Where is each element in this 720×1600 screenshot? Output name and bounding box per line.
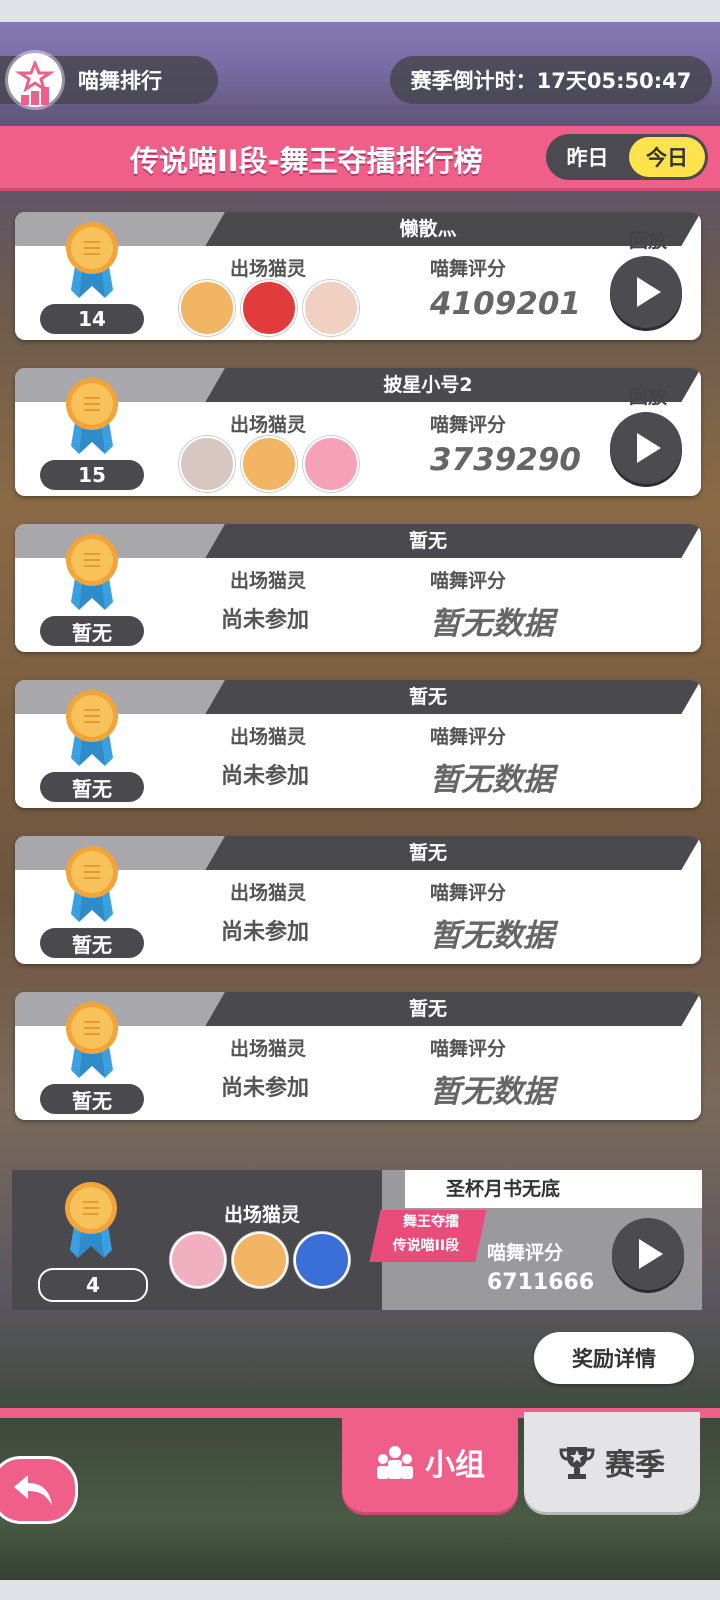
no-data-text: 暂无数据: [430, 762, 554, 798]
rank-badge: 暂无: [40, 616, 144, 646]
my-division-tag: 舞王夺擂 传说喵II段: [369, 1210, 487, 1262]
rank-badge: 暂无: [40, 1084, 144, 1114]
leaderboard-card: 暂无 暂无 出场猫灵 喵舞评分 尚未参加 暂无数据: [15, 524, 701, 652]
replay-label: 回放: [628, 386, 667, 408]
toggle-yesterday[interactable]: 昨日: [546, 142, 629, 172]
replay-button[interactable]: [610, 256, 682, 328]
status-bar: [0, 0, 720, 22]
replay-button[interactable]: [612, 1218, 684, 1290]
leaderboard-card: 暂无 暂无 出场猫灵 喵舞评分 尚未参加 暂无数据: [15, 992, 701, 1120]
tab-season[interactable]: 赛季: [524, 1412, 700, 1512]
cat-avatar: [232, 1232, 288, 1288]
tab-season-label: 赛季: [605, 1448, 665, 1483]
play-icon: [639, 1239, 663, 1269]
cat-avatars: [179, 280, 359, 336]
score-label: 喵舞评分: [430, 414, 507, 436]
medal-icon: [65, 845, 119, 923]
rank-badge: 暂无: [40, 928, 144, 958]
back-button[interactable]: [0, 1456, 78, 1524]
season-countdown: 赛季倒计时：17天05:50:47: [390, 56, 712, 104]
cat-avatar: [170, 1232, 226, 1288]
cat-avatar: [303, 436, 359, 492]
play-icon: [637, 433, 661, 463]
cat-avatar: [241, 280, 297, 336]
medal-icon: [65, 689, 119, 767]
medal-icon: [65, 221, 119, 299]
tab-group-label: 小组: [425, 1448, 485, 1483]
cats-label: 出场猫灵: [230, 570, 307, 592]
rank-badge: 15: [40, 460, 144, 490]
cat-avatars: [179, 436, 359, 492]
player-name: 暂无: [408, 998, 447, 1020]
division-tag-line2: 传说喵II段: [392, 1238, 460, 1254]
not-joined-text: 尚未参加: [221, 1076, 310, 1101]
rank-badge: 暂无: [40, 772, 144, 802]
player-name: 暂无: [408, 686, 447, 708]
ranking-star-icon: [8, 53, 62, 107]
cats-label: 出场猫灵: [230, 414, 307, 436]
group-icon: [377, 1446, 413, 1479]
division-tag-line1: 舞王夺擂: [402, 1214, 459, 1230]
no-data-text: 暂无数据: [430, 1074, 554, 1110]
medal-icon: [65, 533, 119, 611]
medal-icon: [65, 377, 119, 455]
day-toggle[interactable]: 昨日 今日: [546, 134, 708, 180]
my-ranking-bar: 圣杯月书无底 舞王夺擂 传说喵II段 4 出场猫灵 喵舞评分 6711666 回…: [12, 1170, 702, 1310]
cat-avatar: [179, 280, 235, 336]
replay-label: 回放: [628, 230, 667, 252]
my-rank-badge: 4: [38, 1268, 148, 1302]
cat-avatar: [241, 436, 297, 492]
back-arrow-icon: [14, 1475, 52, 1505]
not-joined-text: 尚未参加: [221, 920, 310, 945]
ranking-header-pill: 喵舞排行: [0, 53, 218, 107]
score-label: 喵舞评分: [430, 1038, 507, 1060]
cats-label: 出场猫灵: [230, 882, 307, 904]
leaderboard-title-bar: 传说喵II段-舞王夺擂排行榜 昨日 今日: [0, 126, 720, 191]
replay-button[interactable]: [610, 412, 682, 484]
score-label: 喵舞评分: [430, 726, 507, 748]
cat-avatar: [179, 436, 235, 492]
score-label: 喵舞评分: [487, 1242, 564, 1264]
cats-label: 出场猫灵: [224, 1204, 301, 1226]
system-nav-bar: [0, 1580, 720, 1600]
cat-avatar: [294, 1232, 350, 1288]
cat-avatars: [170, 1232, 350, 1288]
leaderboard-card: 暂无 暂无 出场猫灵 喵舞评分 尚未参加 暂无数据: [15, 680, 701, 808]
replay-label: 回放: [633, 1188, 672, 1210]
not-joined-text: 尚未参加: [221, 764, 310, 789]
cats-label: 出场猫灵: [230, 726, 307, 748]
score-value: 3739290: [430, 442, 581, 478]
not-joined-text: 尚未参加: [221, 608, 310, 633]
cat-avatar: [303, 280, 359, 336]
leaderboard-card: 懒散灬 14 出场猫灵 喵舞评分 4109201 回放: [15, 212, 701, 340]
score-label: 喵舞评分: [430, 258, 507, 280]
rank-badge: 14: [40, 304, 144, 334]
play-icon: [637, 277, 661, 307]
my-player-name: 圣杯月书无底: [445, 1178, 560, 1200]
trophy-icon: [559, 1447, 595, 1479]
reward-details-button[interactable]: 奖励详情: [534, 1332, 694, 1384]
cats-label: 出场猫灵: [230, 258, 307, 280]
leaderboard-title: 传说喵II段-舞王夺擂排行榜: [130, 144, 483, 178]
score-value: 4109201: [430, 286, 581, 322]
player-name: 暂无: [408, 530, 447, 552]
leaderboard-card: 披星小号2 15 出场猫灵 喵舞评分 3739290 回放: [15, 368, 701, 496]
medal-icon: [64, 1181, 118, 1259]
medal-icon: [65, 1001, 119, 1079]
ranking-label: 喵舞排行: [78, 69, 162, 93]
no-data-text: 暂无数据: [430, 918, 554, 954]
score-label: 喵舞评分: [430, 570, 507, 592]
my-score-value: 6711666: [487, 1270, 595, 1295]
toggle-today[interactable]: 今日: [629, 137, 705, 177]
score-label: 喵舞评分: [430, 882, 507, 904]
no-data-text: 暂无数据: [430, 606, 554, 642]
cats-label: 出场猫灵: [230, 1038, 307, 1060]
leaderboard-card: 暂无 暂无 出场猫灵 喵舞评分 尚未参加 暂无数据: [15, 836, 701, 964]
player-name: 暂无: [408, 842, 447, 864]
tab-group[interactable]: 小组: [342, 1412, 518, 1512]
